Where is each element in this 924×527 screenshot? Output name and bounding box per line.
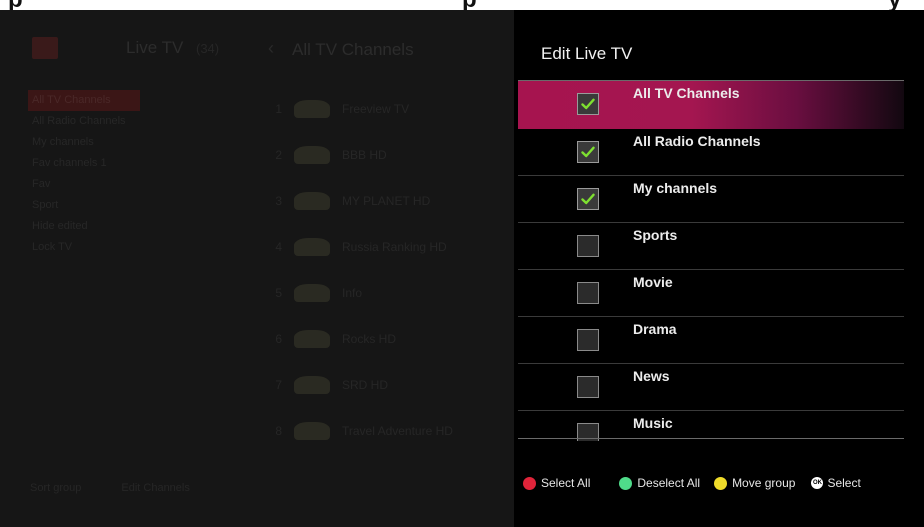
channel-number: 5 <box>275 286 282 300</box>
channel-logo-icon <box>294 192 330 210</box>
channel-name: Russia Ranking HD <box>342 240 447 254</box>
chevron-left-icon: ‹ <box>268 38 274 58</box>
channel-name: MY PLANET HD <box>342 194 431 208</box>
group-row[interactable]: Sports <box>518 223 904 270</box>
channel-name: Travel Adventure HD <box>342 424 453 438</box>
group-item: All Radio Channels <box>32 115 126 127</box>
group-checklist[interactable]: All TV Channels All Radio Channels My chan… <box>518 80 904 441</box>
channel-row: 1 Freeview TV <box>268 86 514 132</box>
group-item: All TV Channels <box>28 90 140 111</box>
checkmark-icon <box>581 98 595 110</box>
checkbox-checked[interactable] <box>577 141 599 163</box>
channel-row: 3 MY PLANET HD <box>268 178 514 224</box>
select-label: Select <box>827 476 861 490</box>
checkbox-unchecked[interactable] <box>577 235 599 257</box>
group-item: Sport <box>32 199 59 211</box>
channel-number: 7 <box>275 378 282 392</box>
cut-text-right: y <box>888 0 901 10</box>
channel-list: 1 Freeview TV 2 BBB HD 3 MY PLANET HD 4 Russ… <box>268 86 514 454</box>
channel-number: 3 <box>275 194 282 208</box>
group-item: Lock TV <box>32 241 73 253</box>
select-all-hint[interactable]: Select All <box>523 476 590 490</box>
channel-row: 8 Travel Adventure HD <box>268 408 514 454</box>
move-group-label: Move group <box>732 476 796 490</box>
channel-row: 5 Info <box>268 270 514 316</box>
panel-footer: Select All Deselect All Move group OK Se… <box>523 473 923 493</box>
select-all-label: Select All <box>541 476 591 490</box>
yellow-button-icon <box>714 476 728 490</box>
group-row[interactable]: Music <box>518 411 904 441</box>
deselect-all-hint[interactable]: Deselect All <box>619 476 700 490</box>
group-item: My channels <box>32 136 94 148</box>
group-row[interactable]: Drama <box>518 317 904 364</box>
cut-text-mid: p <box>462 0 477 10</box>
group-row[interactable]: All TV Channels <box>518 81 904 129</box>
group-row-label: All TV Channels <box>633 85 740 101</box>
checkmark-icon <box>581 146 595 158</box>
channel-row: 7 SRD HD <box>268 362 514 408</box>
deselect-all-label: Deselect All <box>637 476 701 490</box>
channel-number: 1 <box>275 102 282 116</box>
group-row[interactable]: Movie <box>518 270 904 317</box>
cut-text-left: p <box>8 0 23 10</box>
list-divider <box>518 438 904 439</box>
channel-number: 4 <box>275 240 282 254</box>
group-item: Fav channels 1 <box>32 157 107 169</box>
background-app: Live TV (34) ‹ All TV Channels All TV Ch… <box>0 10 514 527</box>
top-strip: p p y <box>0 0 924 10</box>
channel-row: 4 Russia Ranking HD <box>268 224 514 270</box>
channel-list-title: All TV Channels <box>292 40 414 59</box>
group-row-label: All Radio Channels <box>633 133 761 149</box>
channel-logo-icon <box>294 146 330 164</box>
checkbox-unchecked[interactable] <box>577 282 599 304</box>
background-footer-item: Sort group <box>30 482 82 494</box>
channel-row: 2 BBB HD <box>268 132 514 178</box>
app-title-count: (34) <box>196 41 220 56</box>
channel-logo-icon <box>294 376 330 394</box>
group-row-label: My channels <box>633 180 718 196</box>
checkbox-checked[interactable] <box>577 93 599 115</box>
background-footer-item: Edit Channels <box>121 482 190 494</box>
group-row[interactable]: My channels <box>518 176 904 223</box>
green-button-icon <box>619 476 633 490</box>
group-row-label: Drama <box>633 321 677 337</box>
group-row-label: Sports <box>633 227 678 243</box>
channel-name: BBB HD <box>342 148 387 162</box>
channel-number: 6 <box>275 332 282 346</box>
checkbox-unchecked[interactable] <box>577 329 599 351</box>
group-item: Hide edited <box>32 220 88 232</box>
group-row[interactable]: News <box>518 364 904 411</box>
channel-name: Freeview TV <box>342 102 410 116</box>
edit-live-tv-panel: Edit Live TV All TV Channels All Radio Ch… <box>514 10 924 527</box>
group-row-label: Music <box>633 415 673 431</box>
group-row-label: News <box>633 368 670 384</box>
channel-name: SRD HD <box>342 378 389 392</box>
channel-name: Rocks HD <box>342 332 397 346</box>
group-item: Fav <box>32 178 51 190</box>
checkbox-unchecked[interactable] <box>577 376 599 398</box>
panel-title: Edit Live TV <box>541 44 633 63</box>
channel-logo-icon <box>294 422 330 440</box>
group-row-label: Movie <box>633 274 673 290</box>
channel-name: Info <box>342 286 363 300</box>
group-list: All TV Channels All Radio Channels My ch… <box>28 90 248 258</box>
background-footer: Sort group Edit Channels <box>30 482 190 494</box>
channel-logo-icon <box>294 100 330 118</box>
red-button-icon <box>523 476 536 490</box>
group-row[interactable]: All Radio Channels <box>518 129 904 176</box>
channel-row: 6 Rocks HD <box>268 316 514 362</box>
ok-button-icon: OK <box>811 477 824 489</box>
app-title: Live TV <box>126 38 184 57</box>
channel-logo-icon <box>294 330 330 348</box>
app-logo-icon <box>32 37 58 59</box>
channel-number: 2 <box>275 148 282 162</box>
checkmark-icon <box>581 193 595 205</box>
channel-number: 8 <box>275 424 282 438</box>
select-hint[interactable]: OK Select <box>811 476 861 490</box>
move-group-hint[interactable]: Move group <box>714 476 795 490</box>
channel-logo-icon <box>294 238 330 256</box>
channel-logo-icon <box>294 284 330 302</box>
checkbox-checked[interactable] <box>577 188 599 210</box>
